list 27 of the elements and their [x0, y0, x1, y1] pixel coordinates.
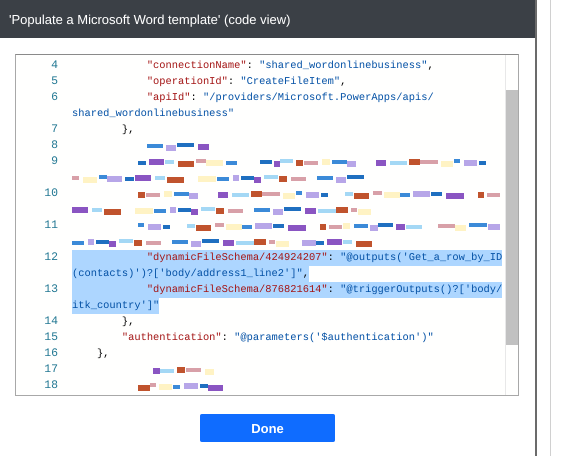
code-line: "operationId": "CreateFileItem",	[146, 75, 346, 90]
scrollbar[interactable]	[505, 55, 518, 395]
code-line: "authentication": "@parameters('$authentication')"	[120, 331, 434, 346]
line-number: 17	[43, 362, 58, 378]
line-number: 11	[43, 218, 58, 234]
line-number: 6	[50, 90, 58, 106]
line-number: 16	[43, 346, 58, 362]
code-line: "connectionName": "shared_wordonlinebusiness",	[146, 59, 434, 74]
line-number: 12	[43, 250, 58, 266]
code-line: shared_wordonlinebusiness"	[72, 107, 234, 122]
line-number: 15	[43, 330, 58, 346]
line-number: 4	[50, 58, 58, 74]
line-number: 18	[43, 378, 58, 394]
code-line: },	[120, 315, 134, 330]
line-number: 13	[43, 282, 58, 298]
code-line: },	[96, 347, 110, 362]
line-number: 5	[50, 74, 58, 90]
dialog-title: 'Populate a Microsoft Word template' (code view)	[9, 12, 290, 26]
line-number: 14	[43, 314, 58, 330]
line-number: 8	[50, 138, 58, 154]
done-button[interactable]: Done	[200, 414, 335, 442]
line-number: 7	[50, 122, 58, 138]
line-number: 10	[43, 186, 58, 202]
code-editor[interactable]	[15, 54, 519, 396]
code-line: },	[120, 123, 134, 138]
code-line: "apiId": "/providers/Microsoft.PowerApps/apis/	[146, 91, 434, 106]
line-number: 9	[50, 154, 58, 170]
